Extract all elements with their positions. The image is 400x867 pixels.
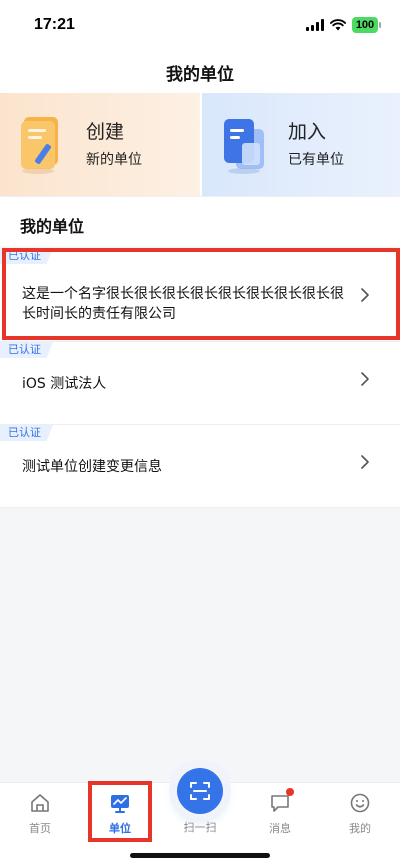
tab-label: 首页 xyxy=(29,822,51,835)
list-item[interactable]: 已认证 iOS 测试法人 xyxy=(0,342,400,425)
smiley-icon xyxy=(350,793,370,813)
page-title: 我的单位 xyxy=(166,65,234,85)
scan-icon xyxy=(190,782,210,800)
documents-stack-icon xyxy=(224,119,264,174)
verified-badge: 已认证 xyxy=(0,248,53,264)
list-item[interactable]: 已认证 测试单位创建变更信息 xyxy=(0,425,400,508)
organization-name: 这是一个名字很长很长很长很长很长很长很长很长很长时间长的责任有限公司 xyxy=(22,286,344,322)
home-icon xyxy=(31,794,49,812)
home-indicator xyxy=(130,853,270,858)
tab-label: 我的 xyxy=(349,822,371,835)
signal-icon xyxy=(306,19,324,31)
organization-name: iOS 测试法人 xyxy=(22,376,107,392)
battery-indicator: 100 xyxy=(352,17,381,33)
chevron-right-icon xyxy=(361,288,369,302)
create-subtitle: 新的单位 xyxy=(86,152,142,168)
organization-list: 已认证 这是一个名字很长很长很长很长很长很长很长很长很长时间长的责任有限公司 已… xyxy=(0,248,400,508)
tab-messages[interactable]: 消息 xyxy=(240,783,320,843)
scan-button[interactable] xyxy=(177,768,223,814)
join-unit-card[interactable]: 加入 已有单位 xyxy=(200,93,400,196)
tab-label: 单位 xyxy=(109,822,131,835)
message-badge xyxy=(286,788,294,796)
chevron-right-icon xyxy=(361,372,369,386)
tab-profile[interactable]: 我的 xyxy=(320,783,400,843)
status-time: 17:21 xyxy=(34,16,75,33)
create-unit-card[interactable]: 创建 新的单位 xyxy=(0,93,200,196)
document-pen-icon xyxy=(21,117,58,174)
create-title: 创建 xyxy=(86,121,125,143)
verified-badge: 已认证 xyxy=(0,425,53,441)
tab-label: 消息 xyxy=(269,822,291,835)
verified-badge: 已认证 xyxy=(0,342,53,358)
chevron-right-icon xyxy=(361,455,369,469)
list-item[interactable]: 已认证 这是一个名字很长很长很长很长很长很长很长很长很长时间长的责任有限公司 xyxy=(0,248,400,342)
action-banner: 创建 新的单位 加入 已有单位 xyxy=(0,93,400,196)
status-bar: 17:21 100 xyxy=(0,0,400,50)
organization-name: 测试单位创建变更信息 xyxy=(22,459,162,475)
section-header: 我的单位 xyxy=(0,196,400,246)
scan-label[interactable]: 扫一扫 xyxy=(160,819,240,835)
status-icons: 100 xyxy=(306,17,381,33)
unit-chart-icon xyxy=(111,795,129,813)
section-title: 我的单位 xyxy=(20,217,85,236)
join-title: 加入 xyxy=(288,121,327,143)
wifi-icon xyxy=(330,19,346,31)
nav-bar: 我的单位 xyxy=(0,50,400,93)
tab-unit[interactable]: 单位 xyxy=(80,783,160,843)
tab-home[interactable]: 首页 xyxy=(0,783,80,843)
join-subtitle: 已有单位 xyxy=(288,152,344,168)
